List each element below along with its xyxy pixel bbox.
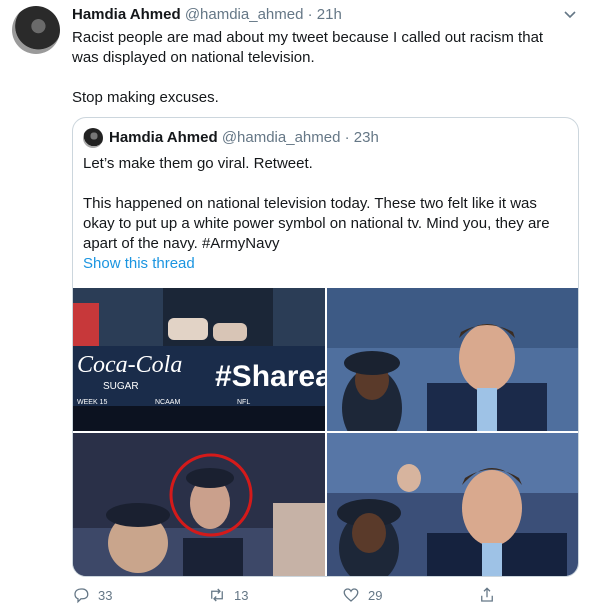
quoted-line: This happened on national television tod… [83, 195, 537, 212]
quoted-header: Hamdia Ahmed @hamdia_ahmed · 23h [109, 128, 379, 148]
like-count: 29 [368, 587, 383, 603]
media-image-4[interactable] [327, 433, 578, 576]
retweet-count: 13 [234, 587, 249, 603]
quoted-tweet[interactable]: Hamdia Ahmed @hamdia_ahmed · 23h Let’s m… [72, 117, 579, 577]
tweet-line: Racist people are mad about my tweet bec… [72, 29, 544, 46]
quoted-author-avatar [83, 128, 103, 148]
like-button[interactable]: 29 [342, 586, 382, 604]
author-handle-time[interactable]: @hamdia_ahmed · 21h [185, 6, 342, 23]
quoted-author-name: Hamdia Ahmed [109, 129, 218, 146]
overlay-sugar: SUGAR [103, 381, 139, 392]
like-icon [343, 588, 359, 602]
tweet-line: was displayed on national television. [72, 49, 315, 66]
overlay-ticker: NCAAM [155, 399, 180, 406]
show-thread-link[interactable]: Show this thread [83, 254, 195, 274]
author-name[interactable]: Hamdia Ahmed [72, 6, 181, 23]
quoted-handle-time: @hamdia_ahmed · 23h [221, 129, 379, 146]
share-button[interactable] [478, 586, 496, 604]
overlay-ticker: NFL [237, 399, 250, 406]
author-avatar[interactable] [12, 6, 60, 54]
overlay-hashtag: #Sharea [215, 360, 325, 393]
tweet-actions: 33 13 29 [72, 586, 512, 606]
media-image-2[interactable] [327, 288, 578, 431]
reply-button[interactable]: 33 [72, 586, 112, 604]
media-image-1[interactable]: Coca-Cola SUGAR #Sharea WEEK 15 NCAAM NF… [73, 288, 325, 431]
tweet-header: Hamdia Ahmed @hamdia_ahmed · 21h [72, 5, 342, 25]
quoted-line: Let’s make them go viral. Retweet. [83, 155, 313, 172]
share-icon [481, 587, 493, 602]
quoted-text: Let’s make them go viral. Retweet. This … [83, 154, 569, 254]
tweet-line: Stop making excuses. [72, 89, 219, 106]
overlay-brand: Coca-Cola [77, 352, 182, 378]
tweet-text: Racist people are mad about my tweet bec… [72, 28, 572, 108]
overlay-ticker: WEEK 15 [77, 399, 107, 406]
reply-count: 33 [98, 587, 113, 603]
reply-icon [74, 588, 89, 604]
retweet-button[interactable]: 13 [208, 586, 248, 604]
chevron-down-icon[interactable] [562, 6, 578, 22]
quoted-line: okay to put up a white power symbol on n… [83, 215, 550, 232]
media-grid: Coca-Cola SUGAR #Sharea WEEK 15 NCAAM NF… [73, 288, 578, 576]
media-image-3[interactable] [73, 433, 325, 576]
retweet-icon [211, 588, 223, 602]
tweet[interactable]: Hamdia Ahmed @hamdia_ahmed · 21h Racist … [0, 0, 594, 606]
quoted-line: apart of the navy. #ArmyNavy [83, 235, 280, 252]
